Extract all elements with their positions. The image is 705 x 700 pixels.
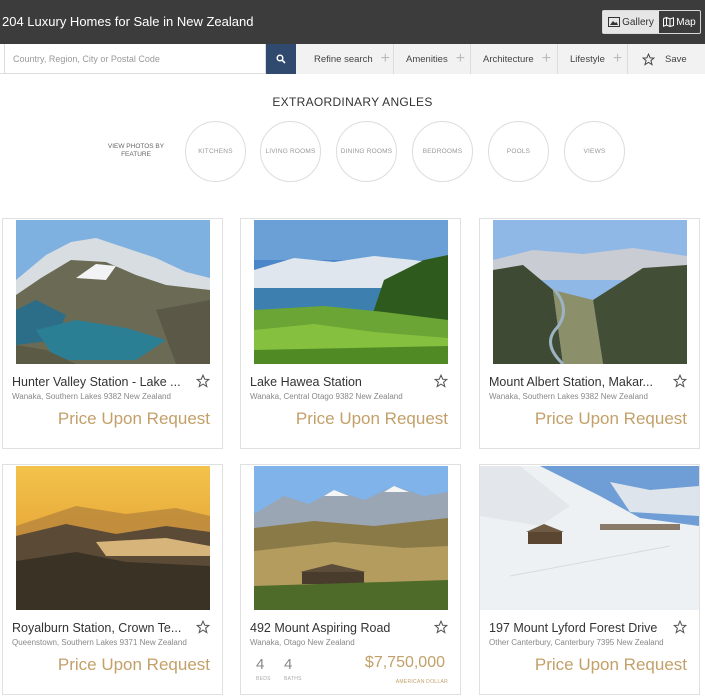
plus-icon: + [455,50,466,67]
search-icon [276,54,286,64]
listing-card[interactable]: Royalburn Station, Crown Te... Queenstow… [2,464,223,695]
currency-label: AMERICAN DOLLAR [395,679,448,685]
plus-icon: + [612,50,623,67]
refine-search-filter[interactable]: Refine search + [296,44,394,74]
baths-label: BATHS [284,676,302,682]
listing-photo[interactable] [254,466,448,610]
listing-location: Queenstown, Southern Lakes 9371 New Zeal… [12,638,187,647]
gallery-label: Gallery [622,16,654,28]
favorite-star-icon[interactable] [673,620,687,634]
filter-bar: Refine search + Amenities + Architecture + … [296,44,705,74]
feature-bedrooms[interactable]: BEDROOMS [412,121,473,182]
location-search-input[interactable] [4,44,266,74]
feature-kitchens[interactable]: KITCHENS [185,121,246,182]
star-icon [642,52,655,66]
angles-heading: EXTRAORDINARY ANGLES [272,95,433,109]
listing-name[interactable]: 197 Mount Lyford Forest Drive [489,621,669,635]
search-button[interactable] [266,44,296,74]
amenities-filter[interactable]: Amenities + [394,44,471,74]
view-toggle: Gallery Map [602,10,701,34]
listing-card[interactable]: 492 Mount Aspiring Road Wanaka, Otago Ne… [240,464,461,695]
listing-price: Price Upon Request [57,409,210,428]
feature-dining-rooms[interactable]: DINING ROOMS [336,121,397,182]
baths-count: 4 [284,656,293,673]
architecture-label: Architecture [483,53,534,65]
listing-photo[interactable] [16,220,210,364]
listing-location: Wanaka, Otago New Zealand [250,638,355,647]
listing-location: Wanaka, Central Otago 9382 New Zealand [250,392,403,401]
listing-photo[interactable] [480,466,699,610]
favorite-star-icon[interactable] [196,620,210,634]
listing-photo[interactable] [493,220,687,364]
feature-views[interactable]: VIEWS [564,121,625,182]
save-label: Save [665,53,687,65]
save-search-button[interactable]: Save [628,44,705,74]
listing-location: Wanaka, Southern Lakes 9382 New Zealand [12,392,171,401]
listing-name[interactable]: Lake Hawea Station [250,375,430,389]
listing-price: Price Upon Request [534,409,687,428]
listing-photo[interactable] [16,466,210,610]
map-label: Map [676,16,696,28]
favorite-star-icon[interactable] [434,374,448,388]
favorite-star-icon[interactable] [434,620,448,634]
listing-card[interactable]: Hunter Valley Station - Lake ... Wanaka,… [2,218,223,449]
lifestyle-label: Lifestyle [570,53,605,65]
plus-icon: + [541,50,552,67]
listing-name[interactable]: Hunter Valley Station - Lake ... [12,375,192,389]
listing-name[interactable]: 492 Mount Aspiring Road [250,621,430,635]
listing-price: Price Upon Request [57,655,210,674]
listing-photo[interactable] [254,220,448,364]
amenities-label: Amenities [406,53,448,65]
baths-stat: 4 BATHS [284,656,312,682]
listing-card[interactable]: Mount Albert Station, Makar... Wanaka, S… [479,218,700,449]
listing-price: Price Upon Request [295,409,448,428]
search-bar: Refine search+ Amenities+ Architecture+ … [0,44,705,74]
map-icon [663,17,675,27]
listing-name[interactable]: Royalburn Station, Crown Te... [12,621,192,635]
feature-living-rooms[interactable]: LIVING ROOMS [260,121,321,182]
gallery-view-button[interactable]: Gallery [603,11,659,33]
listing-stats: 4 BEDS 4 BATHS [256,656,312,682]
lifestyle-filter[interactable]: Lifestyle + [558,44,628,74]
listing-location: Wanaka, Southern Lakes 9382 New Zealand [489,392,648,401]
map-view-button[interactable]: Map [659,11,700,33]
top-bar: 204 Luxury Homes for Sale in New Zealand… [0,0,705,44]
gallery-icon [608,17,621,27]
architecture-filter[interactable]: Architecture + [471,44,558,74]
favorite-star-icon[interactable] [673,374,687,388]
favorite-star-icon[interactable] [196,374,210,388]
beds-label: BEDS [256,676,271,682]
listing-name[interactable]: Mount Albert Station, Makar... [489,375,669,389]
page-title: 204 Luxury Homes for Sale in New Zealand [2,14,254,29]
beds-count: 4 [256,656,265,673]
beds-stat: 4 BEDS [256,656,284,682]
listing-price: $7,750,000 [364,654,445,671]
refine-search-label: Refine search [314,53,373,65]
listing-card[interactable]: 197 Mount Lyford Forest Drive Other Cant… [479,464,700,695]
listing-card[interactable]: Lake Hawea Station Wanaka, Central Otago… [240,218,461,449]
listing-price: Price Upon Request [534,655,687,674]
listing-location: Other Canterbury, Canterbury 7395 New Ze… [489,638,664,647]
feature-pools[interactable]: POOLS [488,121,549,182]
plus-icon: + [380,50,390,67]
view-photos-by-feature-label: VIEW PHOTOS BY FEATURE [107,143,165,158]
